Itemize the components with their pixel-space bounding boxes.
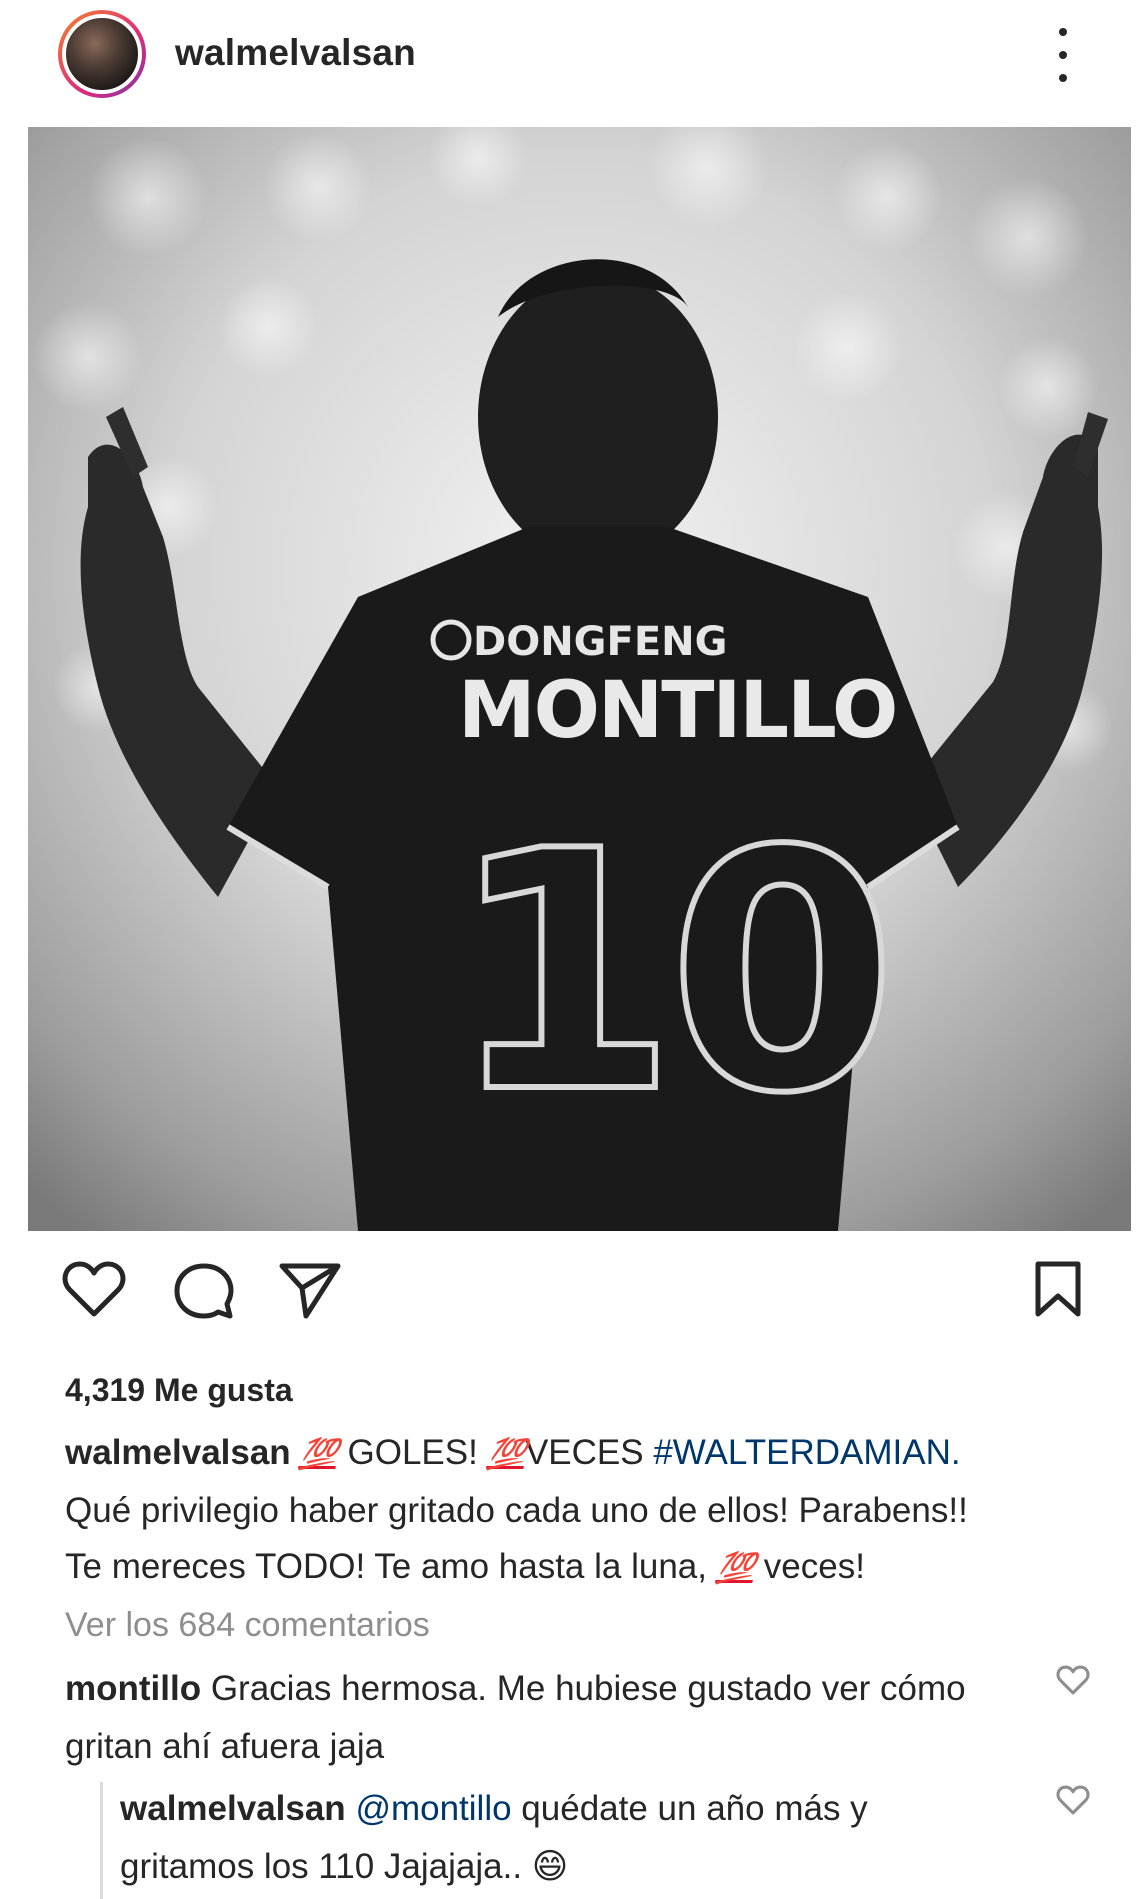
action-bar — [0, 1260, 1140, 1340]
hundred-emoji: 💯 — [714, 1552, 757, 1585]
caption-username[interactable]: walmelvalsan — [65, 1433, 291, 1472]
jersey-name: MONTILLO — [458, 666, 896, 756]
send-icon[interactable] — [278, 1260, 342, 1320]
reply-username[interactable]: walmelvalsan — [120, 1789, 346, 1828]
caption-line-3b: veces! — [754, 1547, 865, 1586]
jersey-sponsor: DONGFENG — [473, 619, 727, 665]
more-vertical-icon[interactable] — [1048, 28, 1078, 82]
heart-icon[interactable] — [62, 1260, 126, 1318]
comment-text: Gracias hermosa. Me hubiese gustado ver … — [65, 1669, 966, 1766]
caption-hashtag[interactable]: #WALTERDAMIAN. — [653, 1433, 960, 1472]
post-username[interactable]: walmelvalsan — [175, 32, 416, 74]
avatar-image — [62, 14, 142, 94]
post-photo[interactable]: DONGFENG MONTILLO 10 — [28, 127, 1131, 1231]
caption-text-1: GOLES! — [337, 1433, 488, 1472]
view-comments-link[interactable]: Ver los 684 comentarios — [65, 1606, 430, 1645]
comment-icon[interactable] — [172, 1260, 236, 1322]
post-caption: walmelvalsan 💯 GOLES! 💯VECES #WALTERDAMI… — [65, 1425, 1105, 1597]
reply-mention[interactable]: @montillo — [355, 1789, 511, 1828]
bookmark-icon[interactable] — [1030, 1260, 1086, 1320]
comment-reply: walmelvalsan @montillo quédate un año má… — [120, 1780, 980, 1896]
comment: montillo Gracias hermosa. Me hubiese gus… — [65, 1660, 985, 1776]
caption-text-2: VECES — [524, 1433, 654, 1472]
caption-line-3a: Te mereces TODO! Te amo hasta la luna, — [65, 1547, 717, 1586]
avatar[interactable] — [58, 10, 146, 98]
post-header: walmelvalsan — [0, 0, 1140, 120]
reply-thread-line — [100, 1782, 103, 1899]
likes-count[interactable]: 4,319 Me gusta — [65, 1372, 293, 1409]
hundred-emoji: 💯 — [298, 1438, 341, 1471]
reply-like-heart-icon[interactable] — [1056, 1785, 1090, 1815]
caption-line-2: Qué privilegio haber gritado cada uno de… — [65, 1491, 968, 1530]
comment-username[interactable]: montillo — [65, 1669, 201, 1708]
hundred-emoji: 💯 — [485, 1438, 528, 1471]
player-photo-illustration: DONGFENG MONTILLO 10 — [28, 127, 1131, 1231]
jersey-number: 10 — [448, 781, 887, 1165]
comment-like-heart-icon[interactable] — [1056, 1665, 1090, 1695]
